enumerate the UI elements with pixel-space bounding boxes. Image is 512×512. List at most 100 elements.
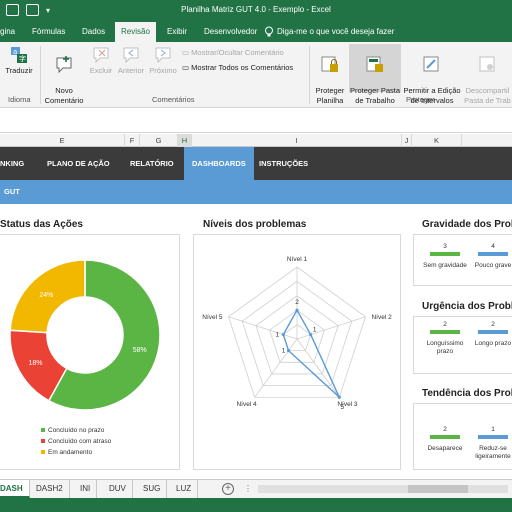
group-label-idioma: Idioma [8, 95, 31, 104]
legend-swatch [41, 428, 45, 432]
radar-chart: Nível 1Nível 2Nível 3Nível 4Nível 521511 [202, 256, 392, 411]
gravidade-bar-chart: 3 Sem gravidade 4 Pouco grave [423, 243, 512, 269]
column-header-j[interactable]: J [402, 134, 412, 147]
next-comment-icon [155, 47, 171, 64]
legend-label: Concluído com atraso [48, 438, 112, 445]
radar-point [286, 349, 291, 353]
delete-comment-icon [93, 47, 109, 64]
show-all-comments-icon: ▭ [182, 63, 192, 72]
column-headers: E F G H I J K [0, 134, 512, 147]
protect-sheet-label: Proteger Planilha [315, 86, 345, 105]
new-comment-icon [56, 56, 72, 74]
status-chart-title: Status das Ações [0, 219, 83, 230]
unshare-workbook-button[interactable]: Descompartil Pasta de Trab [463, 46, 512, 106]
group-label-comentarios: Comentários [152, 95, 195, 104]
scrollbar-thumb[interactable] [408, 485, 468, 493]
column-header-k[interactable]: K [412, 134, 462, 147]
tab-pagina[interactable]: gina [0, 22, 15, 42]
horizontal-scrollbar[interactable] [258, 485, 508, 493]
section-header: GUT [0, 180, 512, 204]
sheet-tab-dash2[interactable]: DASH2 [30, 480, 70, 498]
next-comment-label: Próximo [149, 66, 177, 75]
tendencia-bar-chart: 2 Desaparece 1 Reduz-seligeiramente [427, 426, 511, 460]
nav-plano-de-acao[interactable]: PLANO DE AÇÃO [47, 147, 110, 180]
bar-category-label: Sem gravidade [423, 262, 467, 269]
tab-formulas[interactable]: Fórmulas [32, 22, 65, 42]
radar-value-label: 1 [313, 327, 317, 334]
radar-axis-label: Nível 2 [371, 314, 392, 321]
bar [430, 252, 460, 256]
new-comment-button[interactable]: Novo Comentário [42, 46, 86, 106]
svg-text:a: a [13, 48, 17, 56]
nav-relatorio[interactable]: RELATÓRIO [130, 147, 174, 180]
allow-edit-ranges-icon [423, 56, 439, 72]
urgencia-chart-panel: 2 Longuíssimo prazo 2 Longo prazo [413, 316, 512, 374]
window-title: Planilha Matriz GUT 4.0 - Exemplo - Exce… [181, 5, 331, 14]
radar-value-label: 1 [282, 348, 286, 355]
add-sheet-icon[interactable]: + [222, 483, 234, 495]
tab-dados[interactable]: Dados [82, 22, 105, 42]
status-bar [0, 498, 512, 512]
bar [478, 435, 508, 439]
column-header-h[interactable]: H [178, 134, 192, 147]
tab-revisao[interactable]: Revisão [115, 22, 156, 42]
donut-slice-label: 58% [133, 347, 147, 354]
nav-instrucoes[interactable]: INSTRUÇÕES [259, 147, 308, 180]
formula-bar[interactable] [0, 109, 512, 133]
next-comment-button[interactable]: Próximo [146, 46, 180, 76]
sheet-tab-dash[interactable]: DASH [0, 480, 30, 498]
bar [478, 252, 508, 256]
ribbon-revisao: a 字 Traduzir Idioma Novo Comentário Excl… [0, 42, 512, 108]
section-label: GUT [4, 187, 20, 196]
bar-value-label: 1 [491, 426, 495, 433]
ribbon-tabs: gina Fórmulas Dados Revisão Exibir Desen… [0, 22, 512, 42]
column-header-g[interactable]: G [140, 134, 178, 147]
column-header-i[interactable]: I [192, 134, 402, 147]
legend-label: Em andamento [48, 449, 92, 456]
protect-workbook-button[interactable]: Proteger Pasta de Trabalho [349, 44, 401, 105]
bar-value-label: 2 [491, 321, 495, 328]
sheet-tabs-bar: DASH DASH2 INI DUV SUG LUZ + ⋮ [0, 479, 512, 498]
nav-dashboards[interactable]: DASHBOARDS [184, 147, 254, 180]
protect-sheet-button[interactable]: Proteger Planilha [311, 46, 349, 106]
bar [430, 330, 460, 334]
bar-category-label: Desaparece [427, 445, 462, 452]
show-all-comments-button[interactable]: ▭ Mostrar Todos os Comentários [182, 63, 293, 72]
bar-value-label: 2 [443, 321, 447, 328]
urgencia-chart-title: Urgência dos Proble [422, 301, 512, 312]
gravidade-chart-title: Gravidade dos Probl [422, 219, 512, 230]
show-hide-comment-button[interactable]: ▭ Mostrar/Ocultar Comentário [182, 48, 284, 57]
show-all-comments-label: Mostrar Todos os Comentários [191, 63, 294, 72]
dashboard-content: Status das Ações 58% 18% 24% Concluído no p… [0, 204, 512, 479]
tell-me-search[interactable]: Diga-me o que você deseja fazer [277, 22, 394, 42]
radar-value-label: 1 [275, 332, 279, 339]
protect-workbook-icon [366, 56, 383, 72]
delete-comment-button[interactable]: Excluir [86, 46, 116, 76]
bar-value-label: 4 [491, 243, 495, 250]
radar-point [309, 332, 313, 337]
new-comment-label: Novo Comentário [44, 86, 84, 105]
sheet-tab-ini[interactable]: INI [74, 480, 98, 498]
column-header-f[interactable]: F [125, 134, 140, 147]
more-options-icon[interactable]: ⋮ [244, 484, 252, 493]
donut-slice-label: 24% [39, 292, 53, 299]
tendencia-chart-panel: 2 Desaparece 1 Reduz-se ligeiramente [413, 403, 512, 470]
status-chart-panel: 58% 18% 24% Concluído no prazo Concluído com… [0, 234, 180, 470]
nav-ranking[interactable]: NKING [0, 147, 24, 180]
bar-value-label: 3 [443, 243, 447, 250]
sheet-tab-sug[interactable]: SUG [137, 480, 168, 498]
radar-value-label: 2 [295, 299, 299, 306]
sheet-tab-luz[interactable]: LUZ [170, 480, 199, 498]
translate-icon: a 字 [11, 47, 27, 63]
previous-comment-button[interactable]: Anterior [116, 46, 146, 76]
translate-button[interactable]: a 字 Traduzir [3, 46, 35, 76]
bar-category-label: Pouco grave [475, 262, 512, 269]
sheet-tab-duv[interactable]: DUV [103, 480, 133, 498]
radar-point [281, 332, 285, 337]
tab-desenvolvedor[interactable]: Desenvolvedor [204, 22, 257, 42]
tab-exibir[interactable]: Exibir [167, 22, 187, 42]
legend-label: Concluído no prazo [48, 427, 105, 434]
column-header-e[interactable]: E [0, 134, 125, 147]
radar-axis-label: Nível 4 [236, 401, 257, 408]
group-label-proteger: Proteger [406, 95, 435, 104]
